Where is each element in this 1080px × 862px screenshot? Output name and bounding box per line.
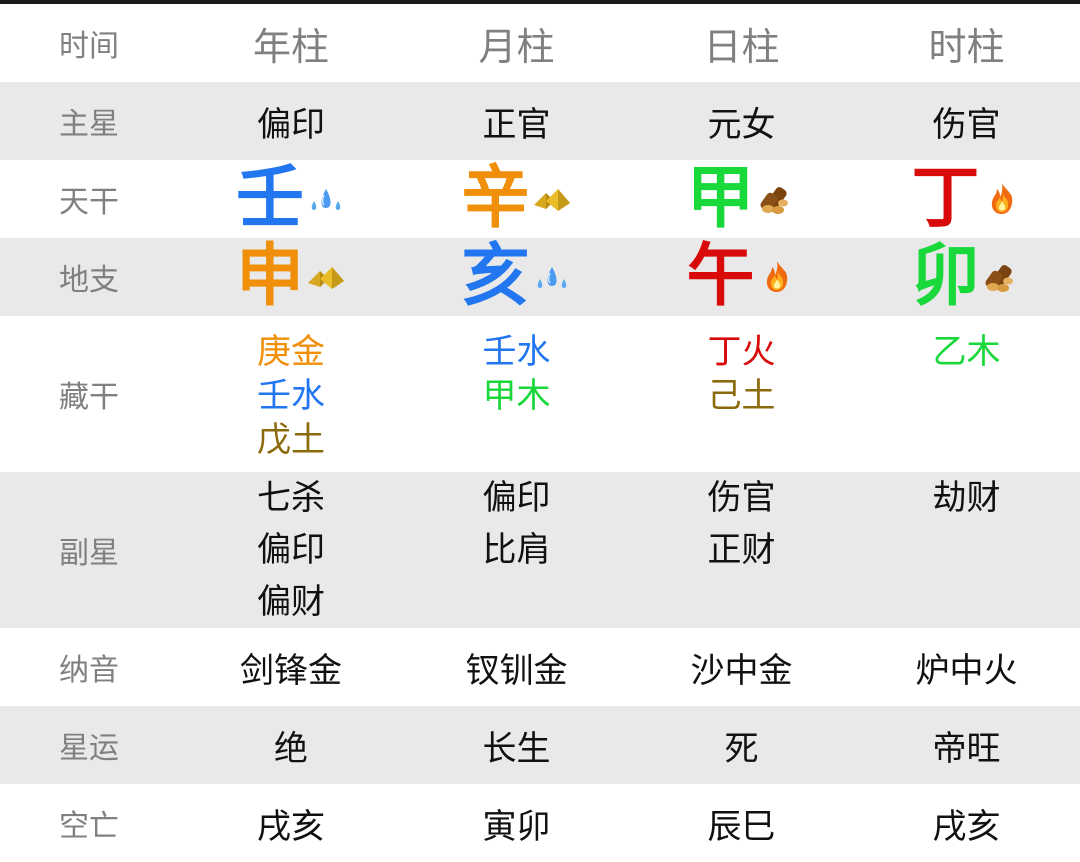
void-row: 空亡 戌亥 寅卯 辰巳 戌亥 — [0, 784, 1080, 862]
branch-char: 申 — [235, 237, 304, 316]
hidden-stem: 乙木 — [932, 332, 1001, 372]
heavenly-stem-year: 壬 — [178, 165, 404, 233]
gold-ingot-icon — [532, 181, 572, 217]
void-hour: 戌亥 — [932, 806, 1001, 847]
hidden-stem: 壬水 — [482, 332, 551, 372]
secondary-star: 偏财 — [257, 582, 325, 622]
column-header-month: 月柱 — [478, 24, 555, 69]
main-star-month: 正官 — [482, 104, 551, 145]
nayin-year: 剑锋金 — [240, 650, 342, 691]
nayin-row: 纳音 剑锋金 钗钏金 沙中金 炉中火 — [0, 628, 1080, 706]
hidden-stem: 甲木 — [482, 376, 551, 416]
earthly-branch-month: 亥 — [404, 243, 629, 311]
row-label-secondary-star: 副星 — [59, 536, 119, 571]
hidden-stem: 己土 — [707, 376, 776, 416]
row-label-earthly-branch: 地支 — [59, 263, 119, 298]
earthly-branch-row: 地支 申 亥 午 卯 — [0, 238, 1080, 316]
star-fortune-day: 死 — [724, 728, 759, 769]
star-fortune-row: 星运 绝 长生 死 帝旺 — [0, 706, 1080, 784]
stem-char: 壬 — [235, 159, 304, 238]
secondary-star-year: 七杀 偏印 偏财 — [178, 472, 404, 628]
secondary-star: 伤官 — [707, 478, 776, 518]
nayin-month: 钗钏金 — [465, 650, 568, 691]
void-year: 戌亥 — [257, 806, 325, 847]
secondary-star-row: 副星 七杀 偏印 偏财 偏印 比肩 伤官 正财 劫财 — [0, 472, 1080, 628]
branch-char: 卯 — [911, 237, 980, 316]
hidden-stem: 庚金 — [257, 332, 325, 372]
fire-icon — [757, 259, 797, 295]
hidden-stems-year: 庚金 壬水 戊土 — [178, 316, 404, 462]
secondary-star: 比肩 — [482, 530, 551, 570]
earthly-branch-year: 申 — [178, 243, 404, 311]
wood-logs-icon — [982, 259, 1022, 295]
heavenly-stem-month: 辛 — [404, 165, 629, 233]
row-label-star-fortune: 星运 — [59, 731, 119, 766]
earthly-branch-hour: 卯 — [854, 243, 1079, 311]
star-fortune-year: 绝 — [274, 728, 308, 769]
hidden-stems-month: 壬水 甲木 — [404, 316, 629, 418]
gold-ingot-icon — [306, 259, 346, 295]
nayin-hour: 炉中火 — [915, 650, 1018, 691]
hidden-stem: 壬水 — [257, 376, 325, 416]
hidden-stems-hour: 乙木 — [854, 316, 1079, 374]
water-drops-icon — [306, 181, 346, 217]
row-label-heavenly-stem: 天干 — [59, 185, 119, 220]
row-label-hidden-stems: 藏干 — [59, 380, 119, 415]
earthly-branch-day: 午 — [629, 243, 854, 311]
header-row: 时间 年柱 月柱 日柱 时柱 — [0, 4, 1080, 82]
secondary-star: 偏印 — [257, 530, 325, 570]
hidden-stems-day: 丁火 己土 — [629, 316, 854, 418]
stem-char: 丁 — [911, 159, 980, 238]
row-label-nayin: 纳音 — [59, 653, 119, 688]
water-drops-icon — [532, 259, 572, 295]
column-header-hour: 时柱 — [928, 24, 1005, 69]
row-label-time: 时间 — [59, 29, 119, 64]
wood-logs-icon — [757, 181, 797, 217]
main-star-hour: 伤官 — [932, 104, 1001, 145]
hidden-stem: 戊土 — [257, 420, 325, 460]
secondary-star: 正财 — [707, 530, 776, 570]
secondary-star-day: 伤官 正财 — [629, 472, 854, 576]
star-fortune-month: 长生 — [482, 728, 551, 769]
stem-char: 甲 — [686, 159, 755, 238]
main-star-year: 偏印 — [257, 104, 325, 145]
void-day: 辰巳 — [707, 806, 776, 847]
hidden-stem: 丁火 — [707, 332, 776, 372]
branch-char: 午 — [686, 237, 755, 316]
nayin-day: 沙中金 — [690, 650, 793, 691]
main-star-row: 主星 偏印 正官 元女 伤官 — [0, 82, 1080, 160]
void-month: 寅卯 — [482, 806, 551, 847]
bazi-table: 时间 年柱 月柱 日柱 时柱 主星 偏印 正官 元女 伤官 天干 壬 辛 甲 丁… — [0, 4, 1080, 862]
star-fortune-hour: 帝旺 — [932, 728, 1001, 769]
heavenly-stem-hour: 丁 — [854, 165, 1079, 233]
heavenly-stem-day: 甲 — [629, 165, 854, 233]
stem-char: 辛 — [461, 159, 530, 238]
fire-icon — [982, 181, 1022, 217]
branch-char: 亥 — [461, 237, 530, 316]
secondary-star: 偏印 — [482, 478, 551, 518]
secondary-star: 七杀 — [257, 478, 325, 518]
secondary-star-hour: 劫财 — [854, 472, 1079, 524]
hidden-stems-row: 藏干 庚金 壬水 戊土 壬水 甲木 丁火 己土 乙木 — [0, 316, 1080, 472]
column-header-day: 日柱 — [703, 24, 780, 69]
heavenly-stem-row: 天干 壬 辛 甲 丁 — [0, 160, 1080, 238]
row-label-main-star: 主星 — [59, 107, 119, 142]
secondary-star: 劫财 — [932, 478, 1001, 518]
main-star-day: 元女 — [707, 104, 776, 145]
secondary-star-month: 偏印 比肩 — [404, 472, 629, 576]
row-label-void: 空亡 — [59, 809, 119, 844]
column-header-year: 年柱 — [252, 24, 329, 69]
